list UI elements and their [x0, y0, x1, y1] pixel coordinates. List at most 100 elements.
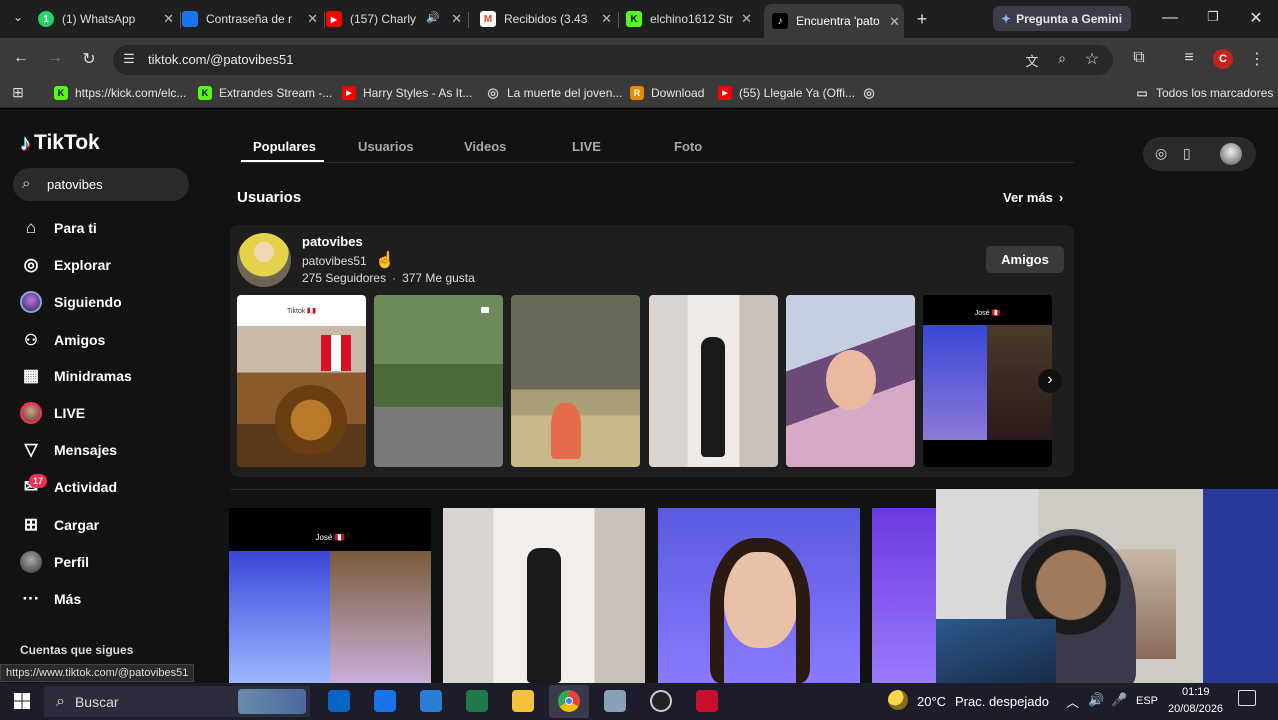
autocad-icon[interactable]: [696, 690, 718, 712]
coins-icon[interactable]: ◎: [1155, 145, 1167, 162]
nav-explorar[interactable]: ◎ Explorar: [20, 254, 111, 276]
tab-populares[interactable]: Populares: [253, 139, 316, 154]
minimize-icon[interactable]: —: [1158, 9, 1182, 27]
tab-gmail[interactable]: M Recibidos (3.43 ✕: [480, 6, 616, 32]
bookmark-item[interactable]: ▶ (55) Llegale Ya (Offi...: [718, 86, 855, 100]
split-video-left: [923, 325, 987, 440]
weather-temperature[interactable]: 20°C: [917, 694, 946, 709]
video-thumbnail[interactable]: [649, 295, 778, 467]
excel-file-icon[interactable]: [466, 690, 488, 712]
close-icon[interactable]: ✕: [601, 11, 612, 27]
outlook-icon[interactable]: [328, 690, 350, 712]
gemini-button[interactable]: ✦ Pregunta a Gemini: [993, 6, 1131, 31]
tab-usuarios[interactable]: Usuarios: [358, 139, 414, 154]
forward-icon[interactable]: →: [43, 49, 67, 67]
tab-kick[interactable]: K elchino1612 Str ✕: [626, 6, 756, 32]
tab-live[interactable]: LIVE: [572, 139, 601, 154]
bookmark-item[interactable]: ◎ La muerte del joven...: [486, 85, 622, 100]
tab-videos[interactable]: Videos: [464, 139, 506, 154]
menu-icon[interactable]: ⋮: [1245, 49, 1269, 69]
file-explorer-icon[interactable]: [512, 690, 534, 712]
video-thumbnail[interactable]: [374, 295, 503, 467]
microphone-icon[interactable]: 🎤: [1111, 692, 1127, 708]
reload-icon[interactable]: ↻: [77, 49, 101, 69]
search-icon[interactable]: ⌕: [22, 175, 30, 192]
translate-icon[interactable]: 文: [1020, 51, 1044, 70]
video-thumbnail[interactable]: [511, 295, 640, 467]
following-accounts-heading: Cuentas que sigues: [20, 643, 134, 657]
close-icon[interactable]: ✕: [741, 11, 752, 27]
user-name[interactable]: patovibes: [302, 234, 363, 249]
tab-youtube[interactable]: ▶ (157) Charly 🔊 ✕: [326, 6, 466, 32]
bookmark-star-icon[interactable]: ☆: [1080, 49, 1104, 69]
apps-grid-icon[interactable]: ⊞: [6, 84, 30, 101]
video-thumbnail[interactable]: José 🇵🇪: [923, 295, 1052, 467]
nav-siguiendo[interactable]: Siguiendo: [20, 291, 122, 313]
bookmark-item[interactable]: ▶ Harry Styles - As It...: [342, 86, 472, 100]
weather-description[interactable]: Prac. despejado: [955, 694, 1049, 709]
bookmark-item[interactable]: K Extrandes Stream -...: [198, 86, 332, 100]
trophy-app-icon[interactable]: [374, 690, 396, 712]
video-card[interactable]: [658, 508, 860, 683]
nav-live[interactable]: LIVE: [20, 402, 85, 424]
bookmark-item[interactable]: R Download: [630, 86, 704, 100]
clock-date[interactable]: 20/08/2026: [1168, 703, 1223, 715]
extensions-icon[interactable]: ⧉: [1127, 49, 1151, 67]
nav-mas[interactable]: ··· Más: [20, 588, 82, 610]
search-input[interactable]: patovibes: [47, 177, 103, 192]
video-thumbnail[interactable]: Tiktok 🇵🇪: [237, 295, 366, 467]
tab-search-icon[interactable]: ⌄: [6, 10, 30, 24]
chevron-right-icon: ›: [1058, 190, 1064, 205]
carousel-next-button[interactable]: ›: [1038, 369, 1062, 393]
media-control-icon[interactable]: ≡: [1177, 49, 1201, 67]
tab-tiktok-active[interactable]: ♪ Encuentra 'pato ✕: [764, 4, 904, 38]
restore-icon[interactable]: ❐: [1201, 9, 1225, 25]
control-panel-icon[interactable]: [604, 690, 626, 712]
nav-cargar[interactable]: ⊞ Cargar: [20, 514, 99, 536]
nav-perfil[interactable]: Perfil: [20, 551, 89, 573]
tab-whatsapp[interactable]: 1 (1) WhatsApp ✕: [38, 6, 178, 32]
thumb-caption: José 🇵🇪: [974, 310, 1001, 317]
bookmark-label: (55) Llegale Ya (Offi...: [739, 86, 856, 100]
video-thumbnail[interactable]: [786, 295, 915, 467]
close-icon[interactable]: ✕: [889, 14, 900, 30]
device-icon[interactable]: ▯: [1183, 145, 1191, 162]
tab-password[interactable]: Contraseña de r ✕: [182, 6, 322, 32]
video-card[interactable]: José 🇵🇪: [229, 508, 431, 683]
language-indicator[interactable]: ESP: [1136, 695, 1158, 707]
speaker-icon[interactable]: 🔊: [426, 11, 440, 24]
window-close-icon[interactable]: ✕: [1244, 8, 1268, 28]
user-avatar[interactable]: [1220, 143, 1242, 165]
close-icon[interactable]: ✕: [307, 11, 318, 27]
nav-minidramas[interactable]: ▦ Minidramas: [20, 365, 132, 387]
clock-time[interactable]: 01:19: [1182, 686, 1210, 698]
nav-mensajes[interactable]: ▽ Mensajes: [20, 439, 117, 461]
site-info-icon[interactable]: ☰: [117, 51, 141, 67]
close-icon[interactable]: ✕: [163, 11, 174, 27]
all-bookmarks[interactable]: ▭ Todos los marcadores: [1135, 86, 1273, 100]
tab-foto[interactable]: Foto: [674, 139, 702, 154]
bookmark-item[interactable]: K https://kick.com/elc...: [54, 86, 186, 100]
bookmark-globe[interactable]: ◎: [862, 85, 883, 100]
nav-amigos[interactable]: ⚇ Amigos: [20, 329, 105, 351]
url-text[interactable]: tiktok.com/@patovibes51: [148, 52, 293, 67]
profile-avatar[interactable]: C: [1213, 49, 1233, 69]
store-icon[interactable]: [420, 690, 442, 712]
tab-title: Encuentra 'pato: [796, 14, 880, 28]
obs-icon[interactable]: [650, 690, 672, 712]
close-icon[interactable]: ✕: [451, 11, 462, 27]
zoom-icon[interactable]: ⌕: [1050, 50, 1074, 67]
volume-icon[interactable]: 🔊: [1088, 692, 1104, 708]
tiktok-logo[interactable]: ♪ TikTok: [20, 130, 100, 156]
video-card[interactable]: [872, 508, 942, 683]
user-avatar-large[interactable]: [237, 233, 291, 287]
tray-chevron-icon[interactable]: ︿: [1066, 692, 1079, 711]
video-card[interactable]: [443, 508, 645, 683]
windows-start-icon[interactable]: [14, 693, 30, 709]
back-icon[interactable]: ←: [9, 49, 33, 67]
nav-para-ti[interactable]: ⌂ Para ti: [20, 217, 97, 239]
see-more-link[interactable]: Ver más ›: [1003, 190, 1063, 205]
notifications-icon[interactable]: [1238, 690, 1256, 706]
new-tab-icon[interactable]: +: [910, 9, 934, 30]
friends-button[interactable]: Amigos: [986, 246, 1064, 273]
